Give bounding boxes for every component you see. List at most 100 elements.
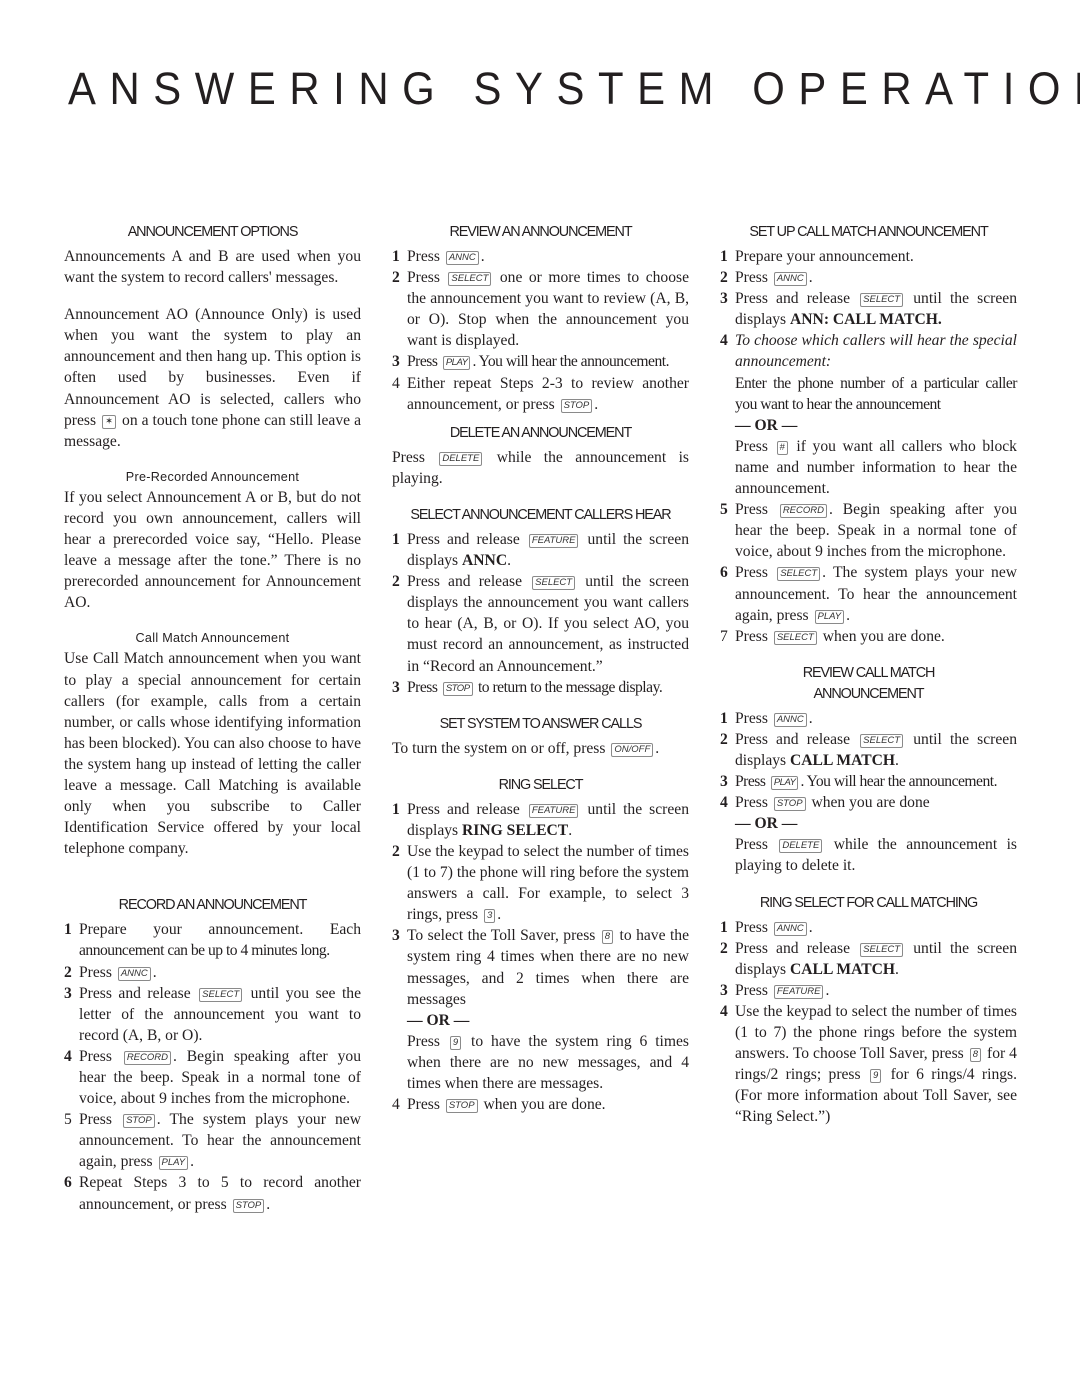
digit-3-key-icon: 3 xyxy=(483,909,496,924)
text: Press xyxy=(735,437,768,455)
record-key-icon: RECORD xyxy=(123,1050,171,1065)
step-number: 2 xyxy=(392,269,400,287)
select-key-icon: SELECT xyxy=(777,567,821,582)
section-ring-select-call-matching: RING SELECT FOR CALL MATCHING 1 Press ANN… xyxy=(720,893,1017,1128)
text: when you are done. xyxy=(822,627,945,645)
select-key-icon: SELECT xyxy=(860,733,904,748)
step-number: 2 xyxy=(720,730,728,748)
step-item: 3 Press PLAY. You will hear the announcem… xyxy=(720,771,1017,792)
paragraph: Announcements A and B are used when you … xyxy=(64,248,361,287)
step-item: 3 Press FEATURE. xyxy=(720,980,1017,1001)
text: . xyxy=(497,906,502,924)
text: Press and release xyxy=(79,984,191,1002)
step-item: 6 Press SELECT. The system plays your new… xyxy=(720,562,1017,625)
step-number: 2 xyxy=(720,939,728,957)
step-item: 2 Use the keypad to select the number of … xyxy=(392,841,689,925)
text: . The system plays your new announcement… xyxy=(79,1111,361,1171)
or-separator: — OR — xyxy=(735,416,798,434)
step-number: 1 xyxy=(64,921,72,939)
text: Repeat Steps 3 to 5 to record another an… xyxy=(79,1174,361,1213)
annc-key-icon: ANNC xyxy=(773,921,807,936)
text: Press and release xyxy=(735,939,850,957)
text: . xyxy=(190,1153,195,1171)
step-item: 6 Repeat Steps 3 to 5 to record another a… xyxy=(64,1172,361,1214)
column-right: SET UP CALL MATCH ANNOUNCEMENT 1 Prepare … xyxy=(720,222,1018,1128)
step-item: 1 Press ANNC. xyxy=(392,246,689,267)
text: Press xyxy=(407,353,438,371)
step-item: 4 Use the keypad to select the number of … xyxy=(720,1001,1017,1128)
text: . Begin speaking after you hear the beep… xyxy=(79,1047,361,1108)
paragraph: Use Call Match announcement when you wan… xyxy=(64,650,361,858)
section-heading: RING SELECT FOR CALL MATCHING xyxy=(759,894,978,911)
step-number: 6 xyxy=(64,1174,72,1192)
display-text: CALL MATCH xyxy=(790,751,896,769)
text: To select the Toll Saver, press xyxy=(407,927,596,945)
paragraph: If you select Announcement A or B, but d… xyxy=(64,488,361,612)
paragraph: Press DELETE while the announcement is p… xyxy=(392,447,689,489)
text: Press xyxy=(735,918,768,936)
step-item: 3 Press and release SELECT until you see … xyxy=(64,983,361,1046)
heading-line: ANNOUNCEMENT xyxy=(813,685,925,702)
section-heading: SET SYSTEM TO ANSWER CALLS xyxy=(439,715,643,732)
display-text: RING SELECT xyxy=(462,821,569,839)
step-item: 4 To choose which callers will hear the s… xyxy=(720,330,1018,499)
text: . xyxy=(808,709,813,727)
step-item: 1 Press ANNC. xyxy=(720,917,1017,938)
text: Press xyxy=(735,564,768,582)
digit-8-key-icon: 8 xyxy=(969,1048,982,1063)
section-heading: RECORD AN ANNOUNCEMENT xyxy=(118,897,308,914)
step-item: 3 Press and release SELECT until the scre… xyxy=(720,288,1017,330)
text: to return to the message display. xyxy=(477,678,663,696)
text: when you are done. xyxy=(483,1096,606,1114)
step-number: 3 xyxy=(720,773,728,791)
text: Press xyxy=(79,963,112,981)
step-item: 2 Press ANNC. xyxy=(720,267,1017,288)
onoff-key-icon: ON/OFF xyxy=(611,742,654,757)
text: Press xyxy=(735,269,768,287)
or-separator: — OR — xyxy=(735,815,798,833)
step-number: 4 xyxy=(64,1047,72,1065)
text: Press and release xyxy=(735,730,850,748)
section-set-system: SET SYSTEM TO ANSWER CALLS To turn the s… xyxy=(392,714,689,759)
steps-list: 1 Prepare your announcement. Each announc… xyxy=(64,919,361,1214)
step-item: 1 Press and release FEATURE until the scr… xyxy=(392,529,689,571)
display-text: ANNC xyxy=(462,552,508,570)
stop-key-icon: STOP xyxy=(445,1099,478,1114)
text: . You will hear the announcement. xyxy=(800,773,998,791)
play-key-icon: PLAY xyxy=(158,1156,189,1171)
feature-key-icon: FEATURE xyxy=(528,533,579,548)
step-item: 1 Prepare your announcement. xyxy=(720,246,1017,267)
text: . xyxy=(808,918,813,936)
text: Press xyxy=(735,981,768,999)
steps-list: 1 Press and release FEATURE until the scr… xyxy=(392,799,689,1115)
step-item: 2 Press and release SELECT until the scre… xyxy=(720,729,1017,771)
section-heading: DELETE AN ANNOUNCEMENT xyxy=(449,424,632,441)
steps-list: 1 Press ANNC. 2 Press and release SELECT u… xyxy=(720,708,1017,877)
step-number: 4 xyxy=(720,1002,728,1020)
text: . xyxy=(846,606,851,624)
column-left: ANNOUNCEMENT OPTIONS Announcements A and… xyxy=(64,222,361,1215)
text: . xyxy=(480,248,485,265)
step-item: 2 Press and release SELECT until the scre… xyxy=(392,571,689,676)
play-key-icon: PLAY xyxy=(770,776,799,791)
text: Press and release xyxy=(407,800,520,818)
step-number: 4 xyxy=(392,374,400,392)
stop-key-icon: STOP xyxy=(560,398,593,413)
step-number: 1 xyxy=(392,800,400,818)
digit-9-key-icon: 9 xyxy=(869,1069,882,1084)
step-number: 1 xyxy=(720,709,728,727)
step-item: 4 Press STOP when you are done. xyxy=(392,1094,689,1115)
step-item: 5 Press STOP. The system plays your new a… xyxy=(64,1109,361,1172)
section-select-callers-hear: SELECT ANNOUNCEMENT CALLERS HEAR 1 Press … xyxy=(392,505,689,698)
step-item: 1 Press ANNC. xyxy=(720,708,1017,729)
step-number: 4 xyxy=(720,332,728,350)
section-heading: SELECT ANNOUNCEMENT CALLERS HEAR xyxy=(410,506,671,523)
step-item: 3 To select the Toll Saver, press 8 to ha… xyxy=(392,925,689,1094)
feature-key-icon: FEATURE xyxy=(528,803,579,818)
text: . xyxy=(825,981,830,999)
step-item: 2 Press ANNC. xyxy=(64,962,361,983)
section-review-call-match: REVIEW CALL MATCH ANNOUNCEMENT 1 Press ANN… xyxy=(720,663,1017,877)
step-number: 4 xyxy=(720,794,728,812)
step-number: 3 xyxy=(720,290,728,308)
text: . xyxy=(594,395,599,413)
